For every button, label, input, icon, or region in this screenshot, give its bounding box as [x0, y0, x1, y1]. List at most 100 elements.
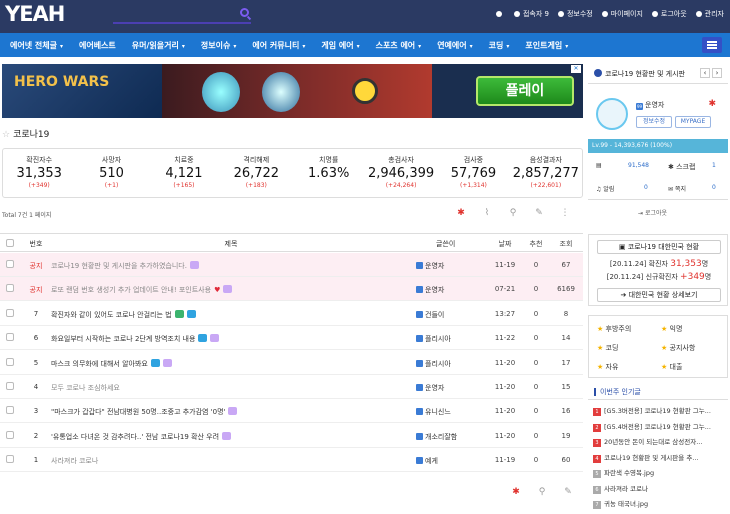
- post-title[interactable]: '유통업소 다녀온 것 감추려다..' 전남 코로나19 확산 우려: [51, 431, 401, 442]
- post-author[interactable]: 운영자: [416, 383, 476, 393]
- table-row[interactable]: 4 모두 코로나 조심하세요 운영자 11-20 0 15: [0, 375, 583, 399]
- settings-icon[interactable]: ✱: [511, 487, 521, 497]
- post-title-text[interactable]: 코로나19 현황판 및 게시판을 추가하였습니다.: [51, 262, 187, 270]
- nav-item-5[interactable]: 게임 에어 ▾: [321, 40, 359, 51]
- post-author[interactable]: 건들이: [416, 310, 476, 320]
- popular-item[interactable]: 2 [G5.4버전용] 코로나19 현황판 그누...: [593, 421, 723, 432]
- nav-item-7[interactable]: 연예에어 ▾: [437, 40, 472, 51]
- edit-profile-button[interactable]: 정보수정: [636, 116, 672, 128]
- covid-status-button[interactable]: ▣ 코로나19 대한민국 현황: [597, 240, 721, 254]
- points-value[interactable]: 91,548: [628, 162, 649, 169]
- post-title-text[interactable]: 화요일부터 시작하는 코로나 2단계 방역조치 내용: [51, 335, 195, 343]
- menu-button[interactable]: [702, 37, 722, 53]
- logout-button[interactable]: ⇥ 로그아웃: [638, 208, 667, 217]
- post-title[interactable]: 화요일부터 시작하는 코로나 2단계 방역조치 내용: [51, 334, 401, 344]
- popular-item[interactable]: 1 [G5.3버전용] 코로나19 현황판 그누...: [593, 405, 723, 416]
- nav-item-4[interactable]: 에어 커뮤니티 ▾: [252, 40, 305, 51]
- star-icon[interactable]: ☆: [2, 130, 10, 140]
- covid-detail-button[interactable]: ➔ 대한민국 현황 상세보기: [597, 288, 721, 302]
- row-checkbox[interactable]: [6, 430, 14, 439]
- post-title-text[interactable]: "마스크가 갑갑다" 전남대병원 50명..조중고 추가감염 '0명': [51, 408, 225, 416]
- category-link[interactable]: ★ 자유: [597, 362, 618, 372]
- nav-item-2[interactable]: 유머/읽을거리 ▾: [132, 40, 185, 51]
- select-all-checkbox[interactable]: [6, 239, 14, 247]
- prev-button[interactable]: ‹: [700, 68, 710, 78]
- post-author[interactable]: 플리시아: [416, 334, 476, 344]
- nav-item-6[interactable]: 스포츠 에어 ▾: [376, 40, 422, 51]
- top-link-5[interactable]: 관리자: [695, 9, 724, 19]
- table-row[interactable]: 7 확진자와 같이 있어도 코로나 안걸리는 법 건들이 13:27 0 8: [0, 302, 583, 326]
- post-title-text[interactable]: 확진자와 같이 있어도 코로나 안걸리는 법: [51, 311, 172, 319]
- table-row[interactable]: 6 화요일부터 시작하는 코로나 2단계 방역조치 내용 플리시아 11-22 0 14: [0, 326, 583, 351]
- post-title[interactable]: 확진자와 같이 있어도 코로나 안걸리는 법: [51, 309, 401, 320]
- top-link-0[interactable]: [495, 10, 505, 18]
- row-checkbox[interactable]: [6, 284, 14, 293]
- top-link-4[interactable]: 로그아웃: [651, 9, 687, 19]
- row-checkbox[interactable]: [6, 260, 14, 268]
- rss-icon[interactable]: ⌇: [482, 208, 492, 218]
- search-input[interactable]: [113, 7, 251, 24]
- post-title[interactable]: 로또 랜덤 번호 생성기 추가 업데이트 안내! 포인트사용 ♥: [51, 285, 401, 295]
- write-icon[interactable]: ✎: [563, 487, 573, 497]
- search-icon[interactable]: [240, 8, 249, 17]
- table-row[interactable]: 공지 로또 랜덤 번호 생성기 추가 업데이트 안내! 포인트사용 ♥ 운영자 07-2…: [0, 277, 583, 302]
- site-logo[interactable]: YEAH: [5, 2, 65, 26]
- post-author[interactable]: 운영자: [416, 261, 476, 271]
- post-title-text[interactable]: 로또 랜덤 번호 생성기 추가 업데이트 안내! 포인트사용: [51, 286, 211, 294]
- category-link[interactable]: ★ 코딩: [597, 343, 618, 353]
- search-icon[interactable]: ⚲: [508, 208, 518, 218]
- nav-item-0[interactable]: 에어넷 전체글 ▾: [10, 40, 63, 51]
- more-icon[interactable]: ⋮: [560, 208, 570, 218]
- row-checkbox[interactable]: [6, 382, 14, 390]
- post-title[interactable]: 사라져라 코로나: [51, 456, 401, 466]
- popular-item[interactable]: 6 사라져라 코로나: [593, 483, 723, 494]
- mypage-button[interactable]: MYPAGE: [675, 116, 711, 128]
- row-checkbox[interactable]: [6, 406, 14, 415]
- avatar[interactable]: [596, 98, 628, 130]
- post-author[interactable]: 플리시아: [416, 359, 476, 369]
- ad-banner[interactable]: HERO WARS 플레이 ✕: [2, 64, 583, 118]
- table-row[interactable]: 2 '유통업소 다녀온 것 감추려다..' 전남 코로나19 확산 우려 개소리잘함…: [0, 424, 583, 448]
- post-author[interactable]: 예게: [416, 456, 476, 466]
- post-title[interactable]: 모두 코로나 조심하세요: [51, 383, 401, 393]
- post-title[interactable]: 마스크 의무화에 대해서 알아봐요: [51, 358, 401, 369]
- category-link[interactable]: ★ 익명: [661, 324, 682, 334]
- post-author[interactable]: 유니신느: [416, 407, 476, 417]
- row-checkbox[interactable]: [6, 357, 14, 366]
- table-row[interactable]: 3 "마스크가 갑갑다" 전남대병원 50명..조중고 추가감염 '0명' 유니신느…: [0, 399, 583, 424]
- table-row[interactable]: 공지 코로나19 현황판 및 게시판을 추가하였습니다. 운영자 11-19 0 67: [0, 253, 583, 277]
- nav-item-3[interactable]: 정보이슈 ▾: [201, 40, 236, 51]
- top-link-1[interactable]: 접속자 9: [513, 9, 549, 19]
- popular-item[interactable]: 7 귀농 태국녀.jpg: [593, 498, 723, 509]
- post-author[interactable]: 운영자: [416, 285, 476, 295]
- row-checkbox[interactable]: [6, 455, 14, 464]
- settings-icon[interactable]: ✱: [456, 208, 466, 218]
- top-link-3[interactable]: 마이페이지: [601, 9, 643, 19]
- popular-item[interactable]: 3 20년동안 돈이 되는대로 삼성전자...: [593, 436, 723, 447]
- search-icon[interactable]: ⚲: [537, 487, 547, 497]
- ad-play-button[interactable]: 플레이: [476, 76, 574, 106]
- next-button[interactable]: ›: [712, 68, 722, 78]
- post-title[interactable]: 코로나19 현황판 및 게시판을 추가하였습니다.: [51, 261, 401, 271]
- nav-item-8[interactable]: 코딩 ▾: [489, 40, 510, 51]
- row-checkbox[interactable]: [6, 333, 14, 342]
- table-row[interactable]: 1 사라져라 코로나 예게 11-19 0 60: [0, 448, 583, 473]
- post-author[interactable]: 개소리잘함: [416, 432, 476, 442]
- post-title-text[interactable]: 모두 코로나 조심하세요: [51, 384, 120, 392]
- category-link[interactable]: ★ 대출: [661, 362, 682, 372]
- category-link[interactable]: ★ 후방주의: [597, 324, 631, 334]
- row-checkbox[interactable]: [6, 308, 14, 317]
- post-title-text[interactable]: 마스크 의무화에 대해서 알아봐요: [51, 360, 148, 368]
- post-title-text[interactable]: '유통업소 다녀온 것 감추려다..' 전남 코로나19 확산 우려: [51, 433, 219, 441]
- ad-close-icon[interactable]: ✕: [571, 65, 581, 73]
- popular-item[interactable]: 5 파란색 수영복.jpg: [593, 467, 723, 478]
- post-title[interactable]: "마스크가 갑갑다" 전남대병원 50명..조중고 추가감염 '0명': [51, 407, 401, 417]
- post-title-text[interactable]: 사라져라 코로나: [51, 457, 98, 465]
- nav-item-1[interactable]: 에어베스트: [79, 40, 116, 51]
- settings-icon[interactable]: ✱: [708, 99, 716, 109]
- write-icon[interactable]: ✎: [534, 208, 544, 218]
- category-link[interactable]: ★ 공지사항: [661, 343, 695, 353]
- popular-item[interactable]: 4 코로나19 현황판 및 게시판을 추...: [593, 452, 723, 463]
- table-row[interactable]: 5 마스크 의무화에 대해서 알아봐요 플리시아 11-20 0 17: [0, 351, 583, 375]
- top-link-2[interactable]: 정보수정: [557, 9, 593, 19]
